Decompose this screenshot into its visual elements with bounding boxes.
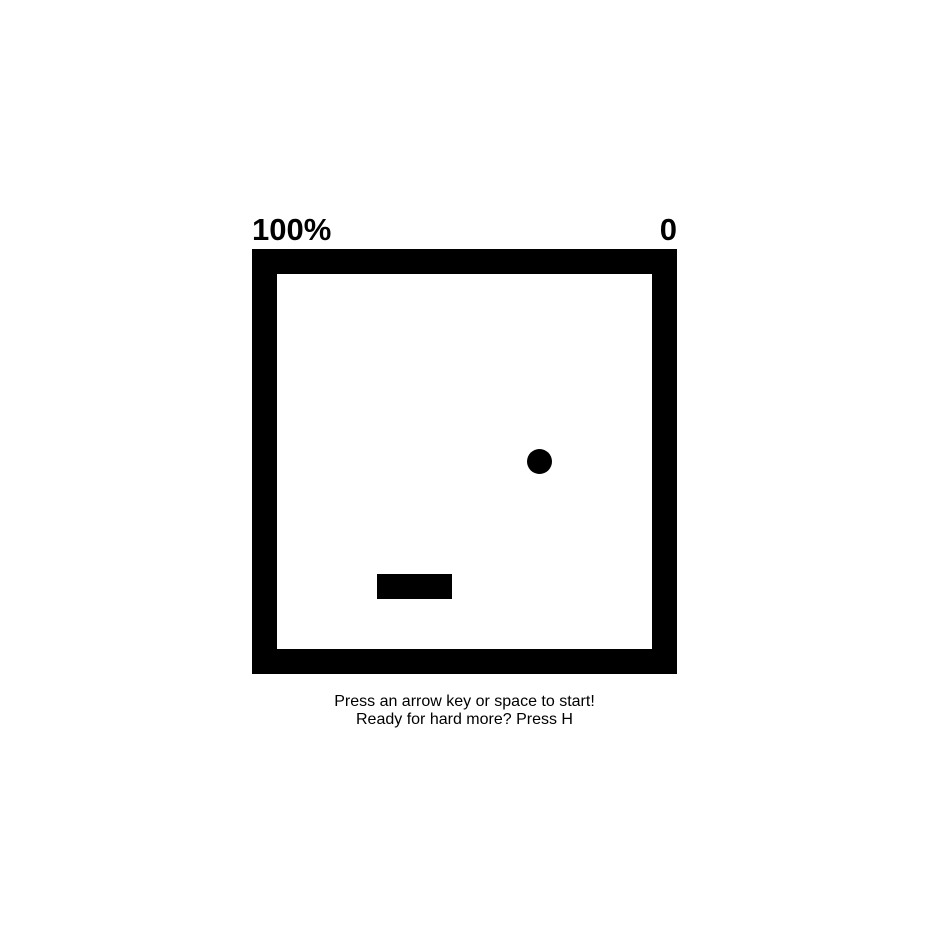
ball [527,449,552,474]
instructions: Press an arrow key or space to start! Re… [252,693,677,729]
paddle [377,574,452,599]
hud: 100% 0 [252,212,677,248]
game-board[interactable] [252,249,677,674]
hard-mode-instruction: Ready for hard more? Press H [356,711,573,728]
score-display: 0 [659,212,677,247]
play-field[interactable] [277,274,652,649]
percent-indicator: 100% [252,212,332,247]
start-instruction: Press an arrow key or space to start! [334,693,595,710]
